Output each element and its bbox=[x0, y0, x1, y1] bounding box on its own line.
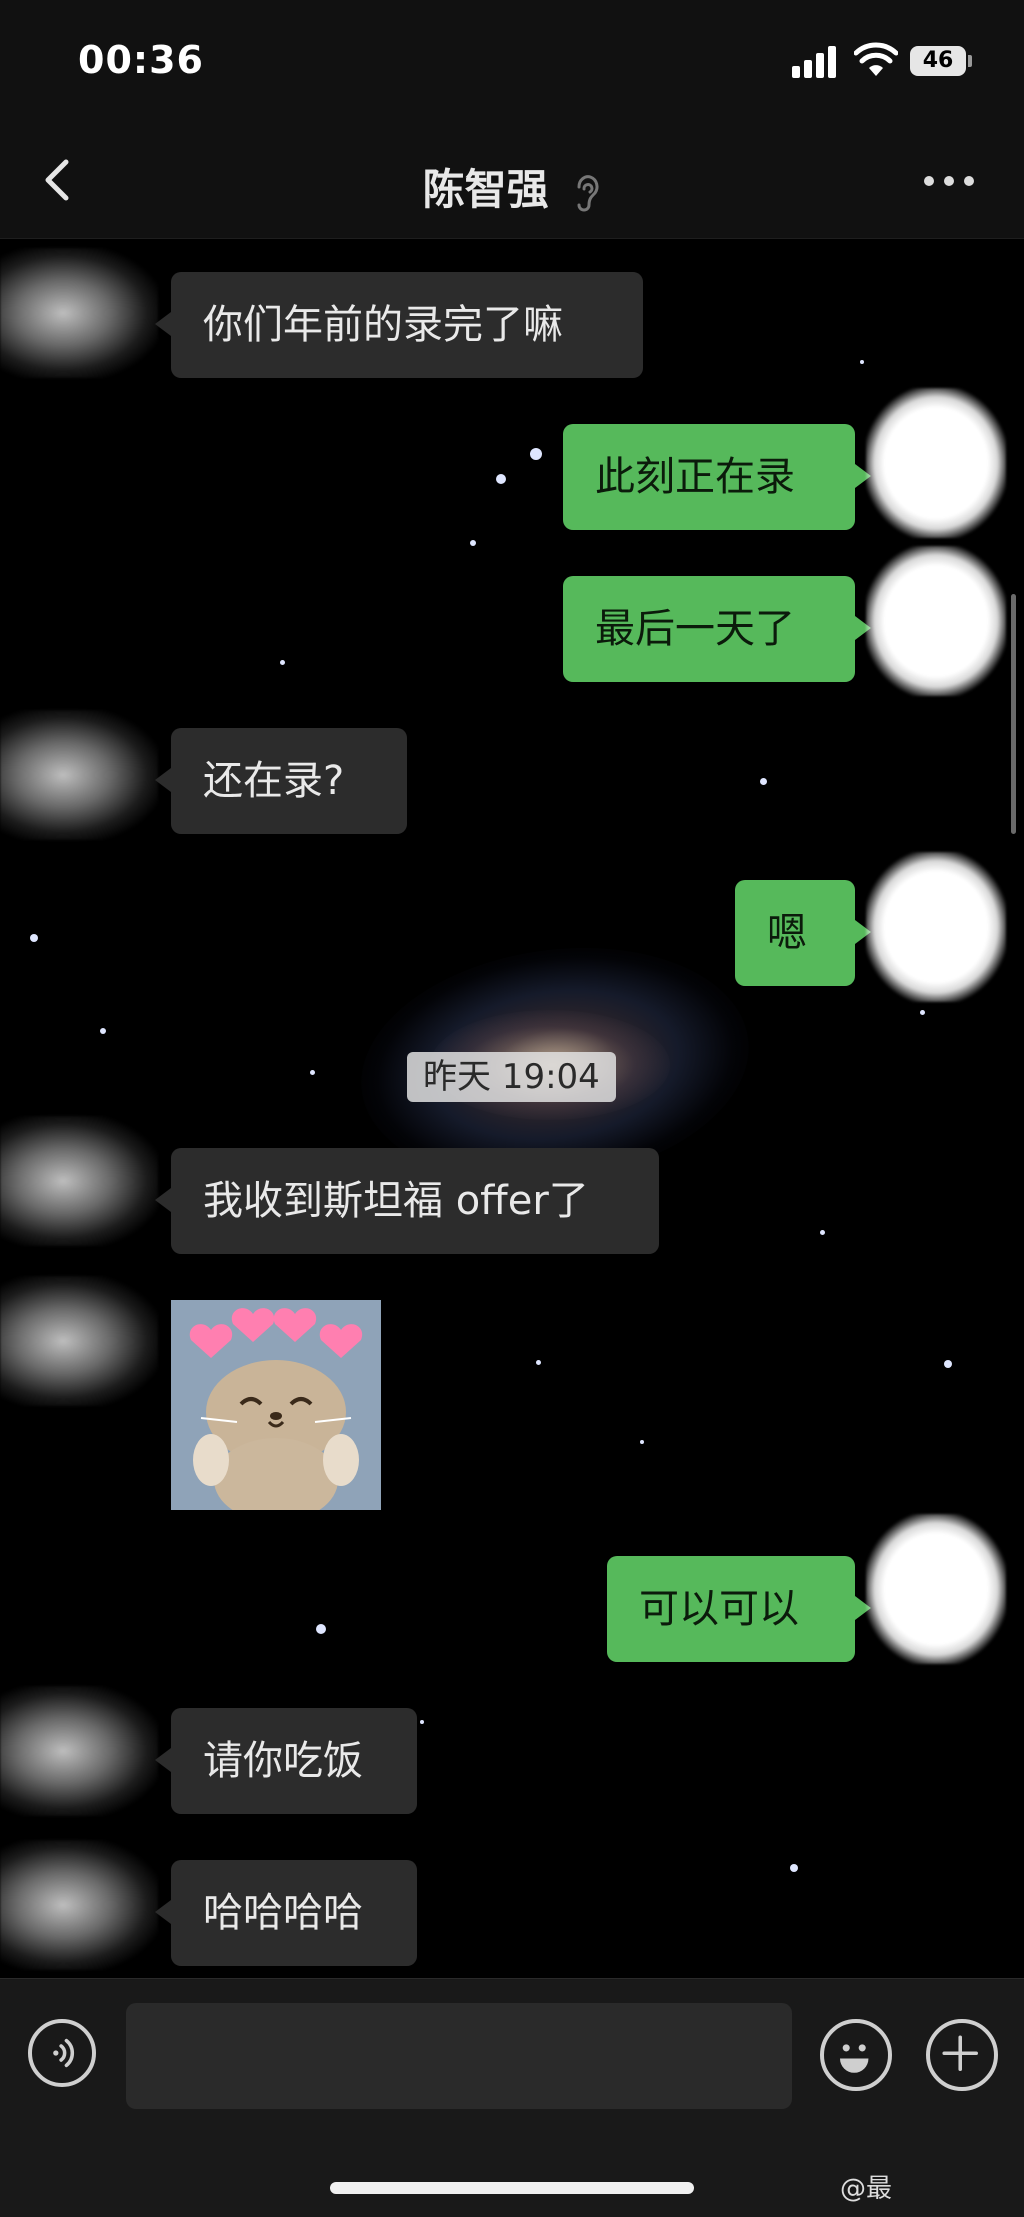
star-decoration bbox=[790, 1864, 798, 1872]
home-indicator[interactable] bbox=[330, 2182, 694, 2194]
star-decoration bbox=[536, 1360, 541, 1365]
star-decoration bbox=[944, 1360, 952, 1368]
message-bubble[interactable]: 此刻正在录 bbox=[563, 424, 871, 530]
star-decoration bbox=[30, 934, 38, 942]
star-decoration bbox=[420, 1720, 424, 1724]
chat-header: 陈智强 bbox=[0, 120, 1024, 239]
avatar[interactable] bbox=[0, 710, 158, 840]
chat-title: 陈智强 bbox=[422, 165, 549, 214]
avatar[interactable] bbox=[0, 1116, 158, 1246]
wifi-icon bbox=[854, 42, 898, 76]
avatar[interactable] bbox=[0, 1840, 158, 1970]
message-bubble[interactable]: 我收到斯坦福 offer了 bbox=[155, 1148, 659, 1254]
message-bubble[interactable]: 还在录? bbox=[155, 728, 407, 834]
star-decoration bbox=[280, 660, 285, 665]
star-decoration bbox=[316, 1624, 326, 1634]
message-bubble[interactable]: 请你吃饭 bbox=[155, 1708, 417, 1814]
avatar[interactable] bbox=[0, 248, 158, 378]
avatar[interactable] bbox=[866, 388, 1006, 538]
plus-icon[interactable] bbox=[926, 2019, 998, 2091]
star-decoration bbox=[530, 448, 542, 460]
star-decoration bbox=[760, 778, 767, 785]
avatar[interactable] bbox=[0, 1276, 158, 1406]
watermark: @最 bbox=[840, 2174, 893, 2204]
star-decoration bbox=[310, 1070, 315, 1075]
scroll-indicator[interactable] bbox=[1011, 594, 1016, 834]
cellular-signal-icon bbox=[792, 44, 840, 78]
star-decoration bbox=[860, 360, 864, 364]
message-bubble[interactable]: 你们年前的录完了嘛 bbox=[155, 272, 643, 378]
avatar[interactable] bbox=[866, 852, 1006, 1002]
star-decoration bbox=[640, 1440, 644, 1444]
status-time: 00:36 bbox=[78, 38, 204, 82]
message-input[interactable] bbox=[126, 2003, 792, 2109]
battery-icon: 46 bbox=[910, 46, 972, 76]
message-bubble[interactable]: 可以可以 bbox=[607, 1556, 871, 1662]
chat-title-wrap[interactable]: 陈智强 bbox=[0, 156, 1024, 217]
message-bubble[interactable]: 最后一天了 bbox=[563, 576, 871, 682]
voice-icon[interactable] bbox=[28, 2019, 96, 2087]
avatar[interactable] bbox=[866, 546, 1006, 696]
battery-level: 46 bbox=[910, 46, 966, 76]
ear-icon bbox=[577, 174, 599, 211]
star-decoration bbox=[100, 1028, 106, 1034]
star-decoration bbox=[820, 1230, 825, 1235]
star-decoration bbox=[920, 1010, 925, 1015]
message-bubble[interactable]: 嗯 bbox=[735, 880, 871, 986]
emoji-icon[interactable] bbox=[820, 2019, 892, 2091]
status-bar: 00:36 46 bbox=[0, 0, 1024, 120]
otter-hearts-sticker[interactable] bbox=[171, 1300, 381, 1510]
star-decoration bbox=[496, 474, 506, 484]
star-decoration bbox=[470, 540, 476, 546]
avatar[interactable] bbox=[866, 1514, 1006, 1664]
avatar[interactable] bbox=[0, 1686, 158, 1816]
message-bubble[interactable]: 哈哈哈哈 bbox=[155, 1860, 417, 1966]
more-dots-icon[interactable] bbox=[924, 176, 974, 190]
message-timestamp: 昨天 19:04 bbox=[407, 1052, 616, 1102]
